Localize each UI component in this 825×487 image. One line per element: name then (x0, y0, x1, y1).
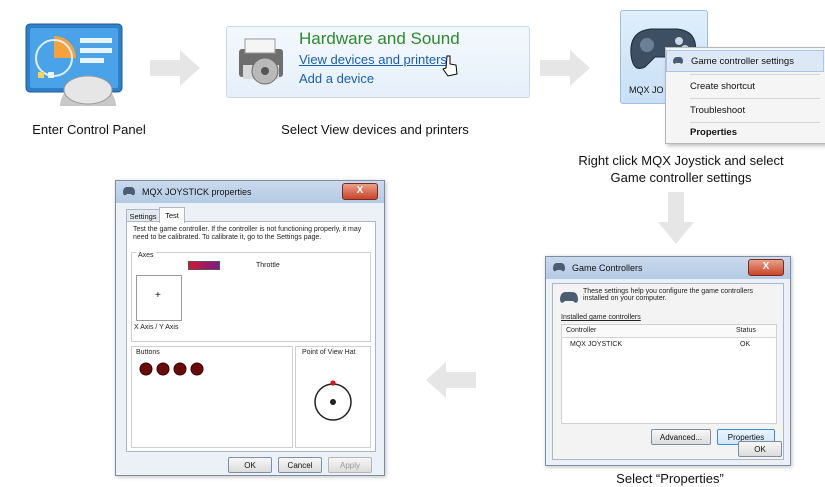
column-controller[interactable]: Controller (566, 327, 596, 334)
step4-caption: Select “Properties” (616, 471, 724, 486)
pov-hat-dial (314, 380, 352, 421)
controller-row-name[interactable]: MQX JOYSTICK (570, 341, 622, 348)
printer-icon (239, 38, 283, 85)
xy-axis-label: X Axis / Y Axis (134, 324, 179, 331)
menu-item-create-shortcut[interactable]: Create shortcut (666, 76, 824, 98)
buttons-label: Buttons (136, 349, 160, 356)
step2-caption: Select View devices and printers (281, 122, 469, 137)
game-controllers-window: Game Controllers X These settings help y… (545, 256, 791, 466)
menu-item-game-controller-settings[interactable]: Game controller settings (666, 50, 824, 72)
button-indicator-1 (139, 362, 153, 376)
installed-controllers-label: Installed game controllers (561, 314, 641, 321)
step3-caption-line2: Game controller settings (610, 170, 752, 185)
hardware-and-sound-title[interactable]: Hardware and Sound (299, 29, 460, 49)
axes-group: Axes Throttle + X Axis / Y Axis (131, 252, 371, 342)
gamepad-small-icon (553, 263, 565, 272)
add-device-link[interactable]: Add a device (299, 71, 374, 86)
button-indicators (139, 362, 204, 376)
arrow-right-icon (150, 50, 200, 86)
advanced-button[interactable]: Advanced... (651, 429, 711, 445)
column-status[interactable]: Status (736, 327, 756, 334)
throttle-label: Throttle (256, 262, 280, 269)
axes-label: Axes (136, 252, 156, 259)
hardware-and-sound-panel: Hardware and Sound View devices and prin… (226, 26, 530, 98)
button-indicator-3 (173, 362, 187, 376)
arrow-down-icon (658, 192, 694, 244)
menu-item-troubleshoot[interactable]: Troubleshoot (666, 100, 824, 122)
test-description: Test the game controller. If the control… (133, 226, 362, 241)
step3-caption: Right click MQX Joystick and select Game… (540, 152, 822, 186)
crosshair-icon: + (155, 290, 161, 301)
gamepad-icon (560, 292, 578, 303)
tab-test[interactable]: Test (159, 207, 185, 223)
window-body: These settings help you configure the ga… (552, 283, 784, 460)
view-devices-link[interactable]: View devices and printers (299, 52, 447, 67)
arrow-left-icon (426, 362, 476, 398)
hand-cursor-icon (442, 55, 458, 77)
controller-list[interactable]: Controller Status MQX JOYSTICK OK (561, 324, 777, 424)
test-tab-panel: Test the game controller. If the control… (126, 221, 376, 452)
control-panel-icon (20, 20, 138, 106)
cancel-button[interactable]: Cancel (278, 457, 322, 473)
buttons-group: Buttons (131, 346, 293, 448)
gamepad-small-icon (673, 57, 683, 64)
arrow-right-icon (540, 50, 590, 86)
gamepad-small-icon (123, 187, 135, 196)
step3-caption-line1: Right click MQX Joystick and select (578, 153, 784, 168)
xy-axis-box: + (136, 275, 182, 321)
menu-item-properties[interactable]: Properties (666, 122, 824, 144)
pov-hat-group: Point of View Hat (295, 346, 371, 448)
close-button[interactable]: X (342, 183, 378, 200)
close-button[interactable]: X (748, 259, 784, 276)
info-text: These settings help you configure the ga… (583, 288, 754, 302)
controller-row-status[interactable]: OK (740, 341, 750, 348)
apply-button[interactable]: Apply (328, 457, 372, 473)
context-menu: Game controller settings Create shortcut… (665, 47, 825, 144)
throttle-bar (188, 261, 220, 270)
device-label: MQX JO (629, 85, 664, 95)
pov-hat-label: Point of View Hat (302, 349, 356, 356)
step1-caption: Enter Control Panel (32, 122, 146, 137)
button-indicator-2 (156, 362, 170, 376)
joystick-properties-window: MQX JOYSTICK properties X Settings Test … (115, 180, 385, 476)
button-indicator-4 (190, 362, 204, 376)
ok-button[interactable]: OK (228, 457, 272, 473)
ok-button[interactable]: OK (738, 441, 782, 457)
